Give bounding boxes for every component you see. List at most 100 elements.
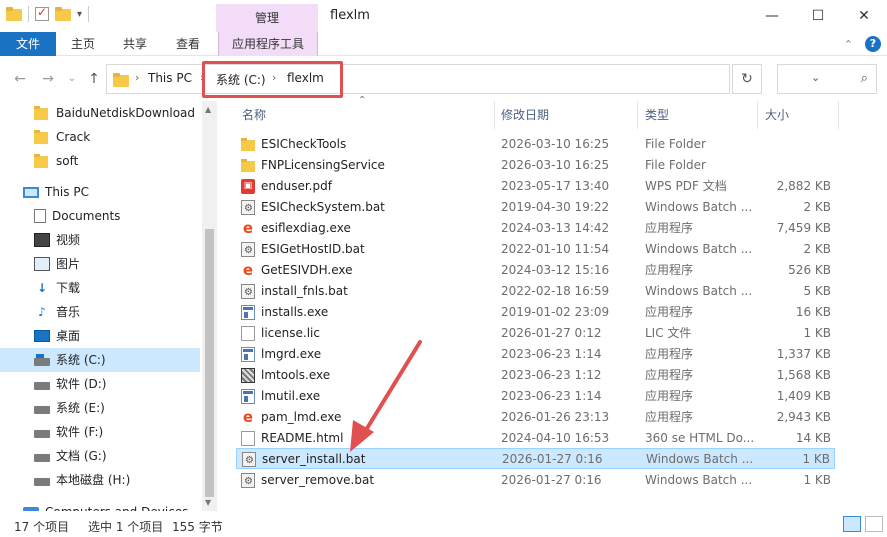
file-list: ⌃ 名称 修改日期 类型 大小 ESICheckTools 2026-03-10 … bbox=[218, 95, 887, 511]
table-row[interactable]: server_remove.bat2026-01-27 0:16Windows … bbox=[236, 470, 835, 492]
sidebar-item-drive-c[interactable]: 系统 (C:) bbox=[0, 348, 200, 372]
file-icon bbox=[241, 326, 255, 341]
table-row[interactable]: lmutil.exe 2023-06-23 1:14 应用程序 1,409 KB bbox=[236, 386, 835, 407]
sidebar-item-music[interactable]: ♪ 音乐 bbox=[0, 300, 200, 324]
table-row[interactable]: ESIGetHostID.bat2022-01-10 11:54Windows … bbox=[236, 239, 835, 261]
sidebar-item-drive-f[interactable]: 软件 (F:) bbox=[0, 420, 200, 444]
table-row[interactable]: e esiflexdiag.exe 2024-03-13 14:42 应用程序 7,45… bbox=[236, 218, 835, 239]
refresh-button[interactable]: ↻ bbox=[732, 64, 762, 94]
sidebar-item-documents[interactable]: Documents bbox=[0, 204, 200, 228]
executable-e-icon: e bbox=[242, 408, 254, 426]
tab-application-tools[interactable]: 应用程序工具 bbox=[218, 32, 318, 56]
forward-button[interactable]: → bbox=[38, 69, 58, 89]
new-folder-icon[interactable] bbox=[55, 7, 71, 21]
column-header-name[interactable]: 名称 bbox=[242, 101, 266, 129]
table-row[interactable]: e GetESIVDH.exe 2024-03-12 15:16 应用程序 526 KB bbox=[236, 260, 835, 281]
tab-home[interactable]: 主页 bbox=[58, 32, 108, 56]
sidebar-item-drive-e[interactable]: 系统 (E:) bbox=[0, 396, 200, 420]
scroll-down-icon[interactable]: ▼ bbox=[205, 498, 211, 507]
drive-icon bbox=[34, 478, 50, 486]
drive-icon bbox=[34, 406, 50, 414]
table-row[interactable]: ▣ enduser.pdf 2023-05-17 13:40 WPS PDF 文档 2,… bbox=[236, 176, 835, 197]
table-row[interactable]: license.lic 2026-01-27 0:12 LIC 文件 1 KB bbox=[236, 323, 835, 344]
column-divider[interactable] bbox=[757, 101, 758, 129]
up-button[interactable]: ↑ bbox=[84, 69, 104, 89]
batch-file-icon bbox=[241, 282, 255, 303]
properties-icon[interactable] bbox=[35, 5, 49, 21]
back-button[interactable]: ← bbox=[10, 69, 30, 89]
application-icon bbox=[241, 389, 255, 404]
sidebar-item-drive-g[interactable]: 文档 (G:) bbox=[0, 444, 200, 468]
folder-icon[interactable] bbox=[6, 7, 22, 21]
table-row[interactable]: ESICheckTools 2026-03-10 16:25 File Folder bbox=[236, 134, 835, 155]
help-icon[interactable]: ? bbox=[865, 36, 881, 52]
tab-file[interactable]: 文件 bbox=[0, 32, 56, 56]
table-row[interactable]: README.html 2024-04-10 16:53 360 se HTML D… bbox=[236, 428, 835, 449]
close-button[interactable]: ✕ bbox=[841, 0, 887, 32]
annotation-highlight-box bbox=[202, 61, 343, 98]
sidebar-item-this-pc[interactable]: This PC bbox=[0, 180, 200, 204]
table-row[interactable]: ESICheckSystem.bat2019-04-30 19:22Window… bbox=[236, 197, 835, 219]
folder-icon bbox=[34, 130, 50, 144]
navigation-pane-scrollbar[interactable]: ▲ ▼ bbox=[202, 101, 217, 511]
table-row[interactable]: installs.exe 2019-01-02 23:09 应用程序 16 KB bbox=[236, 302, 835, 323]
scrollbar-thumb[interactable] bbox=[205, 229, 214, 497]
scroll-up-icon[interactable]: ▲ bbox=[205, 105, 211, 114]
column-divider[interactable] bbox=[637, 101, 638, 129]
navigation-bar: ← → ⌄ ↑ › This PC › 系统 (C:) › flexlm ⌄ ↻… bbox=[0, 57, 887, 101]
table-row-selected[interactable]: server_install.bat2026-01-27 0:16Windows… bbox=[236, 448, 835, 471]
html-file-icon bbox=[241, 431, 255, 446]
sidebar-item-desktop[interactable]: 桌面 bbox=[0, 324, 200, 348]
network-icon bbox=[23, 507, 39, 511]
tab-share[interactable]: 共享 bbox=[110, 32, 160, 56]
table-row[interactable]: install_fnls.bat2022-02-18 16:59Windows … bbox=[236, 281, 835, 303]
table-row[interactable]: lmtools.exe 2023-06-23 1:12 应用程序 1,568 KB bbox=[236, 365, 835, 386]
column-divider[interactable] bbox=[838, 101, 839, 129]
sidebar-item-downloads[interactable]: ↓ 下载 bbox=[0, 276, 200, 300]
search-input[interactable]: ⌕ bbox=[777, 64, 877, 94]
column-divider[interactable] bbox=[494, 101, 495, 129]
table-row[interactable]: FNPLicensingService 2026-03-10 16:25 File … bbox=[236, 155, 835, 176]
sidebar-item-pictures[interactable]: 图片 bbox=[0, 252, 200, 276]
navigation-pane: BaiduNetdiskDownload Crack soft This PC … bbox=[0, 101, 218, 511]
video-icon bbox=[34, 233, 50, 247]
sidebar-item-crack[interactable]: Crack bbox=[0, 125, 200, 149]
sidebar-item-baidunetdiskdownload[interactable]: BaiduNetdiskDownload bbox=[0, 101, 200, 125]
sidebar-item-computers-and-devices[interactable]: Computers and Devices bbox=[0, 500, 200, 511]
large-icons-view-button[interactable] bbox=[865, 516, 883, 532]
music-icon: ♪ bbox=[38, 305, 46, 319]
title-bar: ▾ 管理 flexlm — ☐ ✕ bbox=[0, 0, 887, 32]
status-bar: 17 个项目 选中 1 个项目 155 字节 bbox=[0, 512, 887, 537]
table-row[interactable]: lmgrd.exe 2023-06-23 1:14 应用程序 1,337 KB bbox=[236, 344, 835, 365]
desktop-icon bbox=[34, 330, 50, 342]
batch-file-icon bbox=[241, 471, 255, 492]
pdf-icon: ▣ bbox=[241, 179, 255, 194]
maximize-button[interactable]: ☐ bbox=[795, 0, 841, 32]
application-icon bbox=[241, 347, 255, 362]
folder-icon bbox=[241, 137, 255, 152]
divider bbox=[28, 6, 29, 22]
expand-ribbon-icon[interactable]: ⌃ bbox=[844, 38, 853, 51]
pictures-icon bbox=[34, 257, 50, 271]
divider bbox=[88, 6, 90, 22]
column-header-size[interactable]: 大小 bbox=[765, 101, 789, 129]
status-selection: 选中 1 个项目 bbox=[88, 520, 164, 534]
customize-qat-icon[interactable]: ▾ bbox=[77, 9, 82, 20]
batch-file-icon bbox=[241, 240, 255, 261]
sidebar-item-soft[interactable]: soft bbox=[0, 149, 200, 173]
drive-icon bbox=[34, 430, 50, 438]
application-icon bbox=[241, 305, 255, 320]
sidebar-item-videos[interactable]: 视频 bbox=[0, 228, 200, 252]
table-row[interactable]: e pam_lmd.exe 2026-01-26 23:13 应用程序 2,943 KB bbox=[236, 407, 835, 428]
recent-locations-button[interactable]: ⌄ bbox=[62, 69, 82, 89]
column-header-type[interactable]: 类型 bbox=[645, 101, 669, 129]
minimize-button[interactable]: — bbox=[749, 0, 795, 32]
folder-icon bbox=[241, 158, 255, 173]
column-header-date[interactable]: 修改日期 bbox=[501, 101, 549, 129]
address-bar[interactable]: › This PC › 系统 (C:) › flexlm ⌄ bbox=[106, 64, 820, 94]
details-view-button[interactable] bbox=[843, 516, 861, 532]
sidebar-item-drive-h[interactable]: 本地磁盘 (H:) bbox=[0, 468, 200, 492]
tab-view[interactable]: 查看 bbox=[163, 32, 213, 56]
breadcrumb-this-pc[interactable]: This PC bbox=[148, 71, 192, 85]
sidebar-item-drive-d[interactable]: 软件 (D:) bbox=[0, 372, 200, 396]
